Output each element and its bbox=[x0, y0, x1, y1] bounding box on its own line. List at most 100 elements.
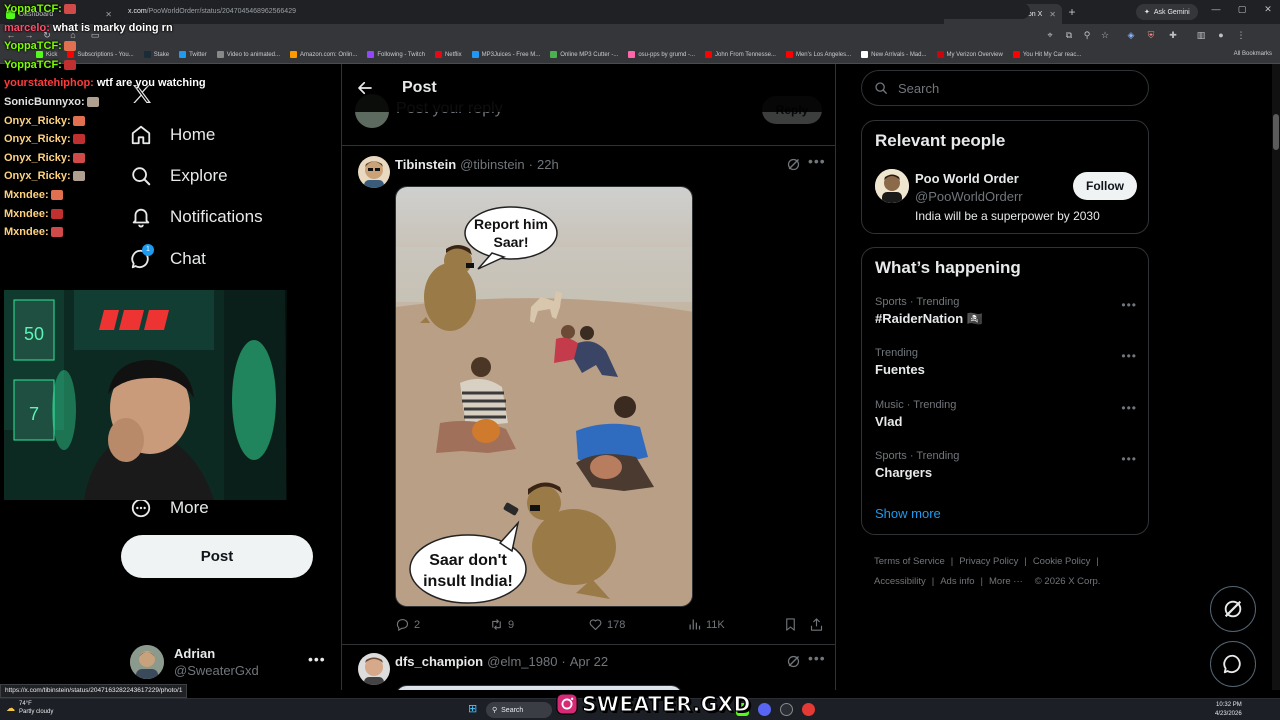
scrollbar-track[interactable] bbox=[1272, 64, 1280, 690]
bookmark-item[interactable]: You Hit My Car reac... bbox=[1012, 51, 1081, 58]
follow-button[interactable]: Follow bbox=[1073, 172, 1137, 200]
accessibility-link[interactable]: Accessibility bbox=[874, 576, 926, 587]
bookmark-action[interactable] bbox=[783, 617, 798, 632]
bookmark-item[interactable]: Following - Twitch bbox=[367, 51, 425, 58]
trend-item[interactable]: Sports · Trending Chargers ••• bbox=[875, 450, 1137, 490]
extension-icon[interactable]: ◈ bbox=[1124, 28, 1138, 42]
bookmark-item[interactable]: osu-pps by grumd -... bbox=[628, 51, 695, 58]
bookmark-item[interactable]: Online MP3 Cutter -... bbox=[550, 51, 618, 58]
repost-action[interactable]: 9 bbox=[489, 617, 514, 632]
chat-username[interactable]: marcelo: bbox=[4, 22, 50, 34]
menu-dots-icon[interactable]: ⋮ bbox=[1234, 28, 1248, 42]
trend-more-icon[interactable]: ••• bbox=[1121, 298, 1137, 312]
back-arrow-icon[interactable] bbox=[356, 79, 374, 97]
profile-icon[interactable]: ● bbox=[1214, 28, 1228, 42]
chat-username[interactable]: SonicBunnyxo: bbox=[4, 96, 85, 108]
messages-fab-button[interactable] bbox=[1210, 641, 1256, 687]
discord-app-icon[interactable] bbox=[758, 703, 771, 716]
chat-username[interactable]: Mxndee: bbox=[4, 189, 49, 201]
chat-username[interactable]: yourstatehiphop: bbox=[4, 77, 94, 89]
tweet-more-icon[interactable]: ••• bbox=[808, 650, 826, 666]
tweet-timestamp[interactable]: Apr 22 bbox=[570, 654, 608, 669]
trend-item[interactable]: Music · Trending Vlad ••• bbox=[875, 399, 1137, 439]
chat-username[interactable]: Onyx_Ricky: bbox=[4, 133, 71, 145]
location-icon[interactable]: ⌖ bbox=[1043, 28, 1057, 42]
windows-start-icon[interactable]: ⊞ bbox=[468, 702, 477, 715]
tweet-author-handle[interactable]: @elm_1980 bbox=[487, 654, 557, 669]
url-field[interactable]: x.com /PooWorldOrderr/status/20470454689… bbox=[120, 3, 1030, 19]
scrollbar-thumb[interactable] bbox=[1273, 114, 1279, 150]
trend-item[interactable]: Trending Fuentes ••• bbox=[875, 347, 1137, 387]
weather-widget[interactable]: ☁ 74°F Partly cloudy bbox=[6, 700, 53, 716]
tweet-author-name[interactable]: dfs_champion bbox=[395, 654, 483, 669]
cookie-link[interactable]: Cookie Policy bbox=[1033, 556, 1091, 567]
tweet[interactable]: dfs_champion @elm_1980 · Apr 22 ••• bbox=[342, 644, 835, 690]
tab-close-icon[interactable]: ✕ bbox=[1049, 10, 1056, 19]
chrome-app-icon[interactable] bbox=[802, 703, 815, 716]
account-more-icon[interactable]: ••• bbox=[308, 651, 326, 667]
show-more-link[interactable]: Show more bbox=[875, 506, 941, 521]
taskbar-clock[interactable]: 10:32 PM 4/23/2026 bbox=[1215, 701, 1242, 719]
cast-icon[interactable]: ⧉ bbox=[1062, 28, 1076, 42]
tweet-image[interactable]: Report him Saar! Saar don't insult India… bbox=[395, 186, 693, 607]
chat-username[interactable]: Mxndee: bbox=[4, 208, 49, 220]
chat-username[interactable]: Onyx_Ricky: bbox=[4, 152, 71, 164]
obs-app-icon[interactable] bbox=[780, 703, 793, 716]
trend-item[interactable]: Sports · Trending #RaiderNation 🏴‍☠️ ••• bbox=[875, 296, 1137, 336]
post-button[interactable]: Post bbox=[121, 535, 313, 578]
extensions-puzzle-icon[interactable]: ✚ bbox=[1166, 28, 1180, 42]
chat-username[interactable]: YoppaTCF: bbox=[4, 40, 62, 52]
bookmark-item[interactable]: Netflix bbox=[434, 51, 462, 58]
grok-icon[interactable] bbox=[786, 654, 801, 669]
chat-username[interactable]: YoppaTCF: bbox=[4, 3, 62, 15]
reply-count: 2 bbox=[414, 618, 421, 631]
bookmark-item[interactable]: John From Tennesse... bbox=[705, 51, 776, 58]
trend-more-icon[interactable]: ••• bbox=[1121, 452, 1137, 466]
new-tab-button[interactable]: + bbox=[1062, 5, 1082, 19]
bookmark-item[interactable]: MP3Juices - Free M... bbox=[471, 51, 540, 58]
bookmark-item[interactable]: Amazon.com: Onlin... bbox=[290, 51, 357, 58]
relevant-person-handle[interactable]: @PooWorldOrderr bbox=[915, 189, 1023, 204]
search-input[interactable]: Search bbox=[861, 70, 1149, 106]
sidepanel-icon[interactable]: ▥ bbox=[1194, 28, 1208, 42]
share-action[interactable] bbox=[809, 617, 824, 632]
all-bookmarks-link[interactable]: All Bookmarks bbox=[1234, 51, 1272, 57]
chat-username[interactable]: Mxndee: bbox=[4, 226, 49, 238]
taskbar-search[interactable]: ⚲ Search bbox=[486, 702, 552, 718]
views-action[interactable]: 11K bbox=[687, 617, 725, 632]
like-action[interactable]: 178 bbox=[588, 617, 625, 632]
shield-icon[interactable]: ⛨ bbox=[1144, 28, 1158, 42]
bookmark-star-icon[interactable]: ☆ bbox=[1098, 28, 1112, 42]
ads-info-link[interactable]: Ads info bbox=[940, 576, 974, 587]
tweet-more-icon[interactable]: ••• bbox=[808, 153, 826, 169]
close-window-icon[interactable]: ✕ bbox=[1258, 4, 1278, 15]
ask-gemini-button[interactable]: ✦ Ask Gemini bbox=[1136, 4, 1198, 20]
bookmark-item[interactable]: Men's Los Angeles... bbox=[785, 51, 851, 58]
maximize-icon[interactable]: ▢ bbox=[1232, 4, 1252, 15]
terms-link[interactable]: Terms of Service bbox=[874, 556, 945, 567]
account-switcher[interactable]: Adrian @SweaterGxd bbox=[130, 642, 330, 682]
grok-icon[interactable] bbox=[786, 157, 801, 172]
tweet-image[interactable] bbox=[395, 685, 683, 690]
relevant-person-name[interactable]: Poo World Order bbox=[915, 171, 1019, 186]
chat-username[interactable]: Onyx_Ricky: bbox=[4, 115, 71, 127]
footer-more-link[interactable]: More ··· bbox=[989, 576, 1023, 587]
zoom-icon[interactable]: ⚲ bbox=[1080, 28, 1094, 42]
bookmark-item[interactable]: New Arrivals - Mad... bbox=[861, 51, 927, 58]
privacy-link[interactable]: Privacy Policy bbox=[959, 556, 1018, 567]
chat-username[interactable]: Onyx_Ricky: bbox=[4, 170, 71, 182]
avatar[interactable] bbox=[358, 653, 390, 685]
tweet-author-handle[interactable]: @tibinstein bbox=[460, 157, 525, 172]
trend-more-icon[interactable]: ••• bbox=[1121, 401, 1137, 415]
trend-more-icon[interactable]: ••• bbox=[1121, 349, 1137, 363]
reply-action[interactable]: 2 bbox=[395, 617, 420, 632]
avatar[interactable] bbox=[358, 156, 390, 188]
tweet-author-name[interactable]: Tibinstein bbox=[395, 157, 456, 172]
bookmark-item[interactable]: My Verizon Overview bbox=[936, 51, 1003, 58]
tweet[interactable]: Tibinstein @tibinstein · 22h ••• Report … bbox=[342, 148, 835, 644]
minimize-icon[interactable]: — bbox=[1206, 4, 1226, 14]
tweet-timestamp[interactable]: 22h bbox=[537, 157, 559, 172]
avatar[interactable] bbox=[875, 169, 909, 203]
chat-username[interactable]: YoppaTCF: bbox=[4, 59, 62, 71]
grok-fab-button[interactable] bbox=[1210, 586, 1256, 632]
